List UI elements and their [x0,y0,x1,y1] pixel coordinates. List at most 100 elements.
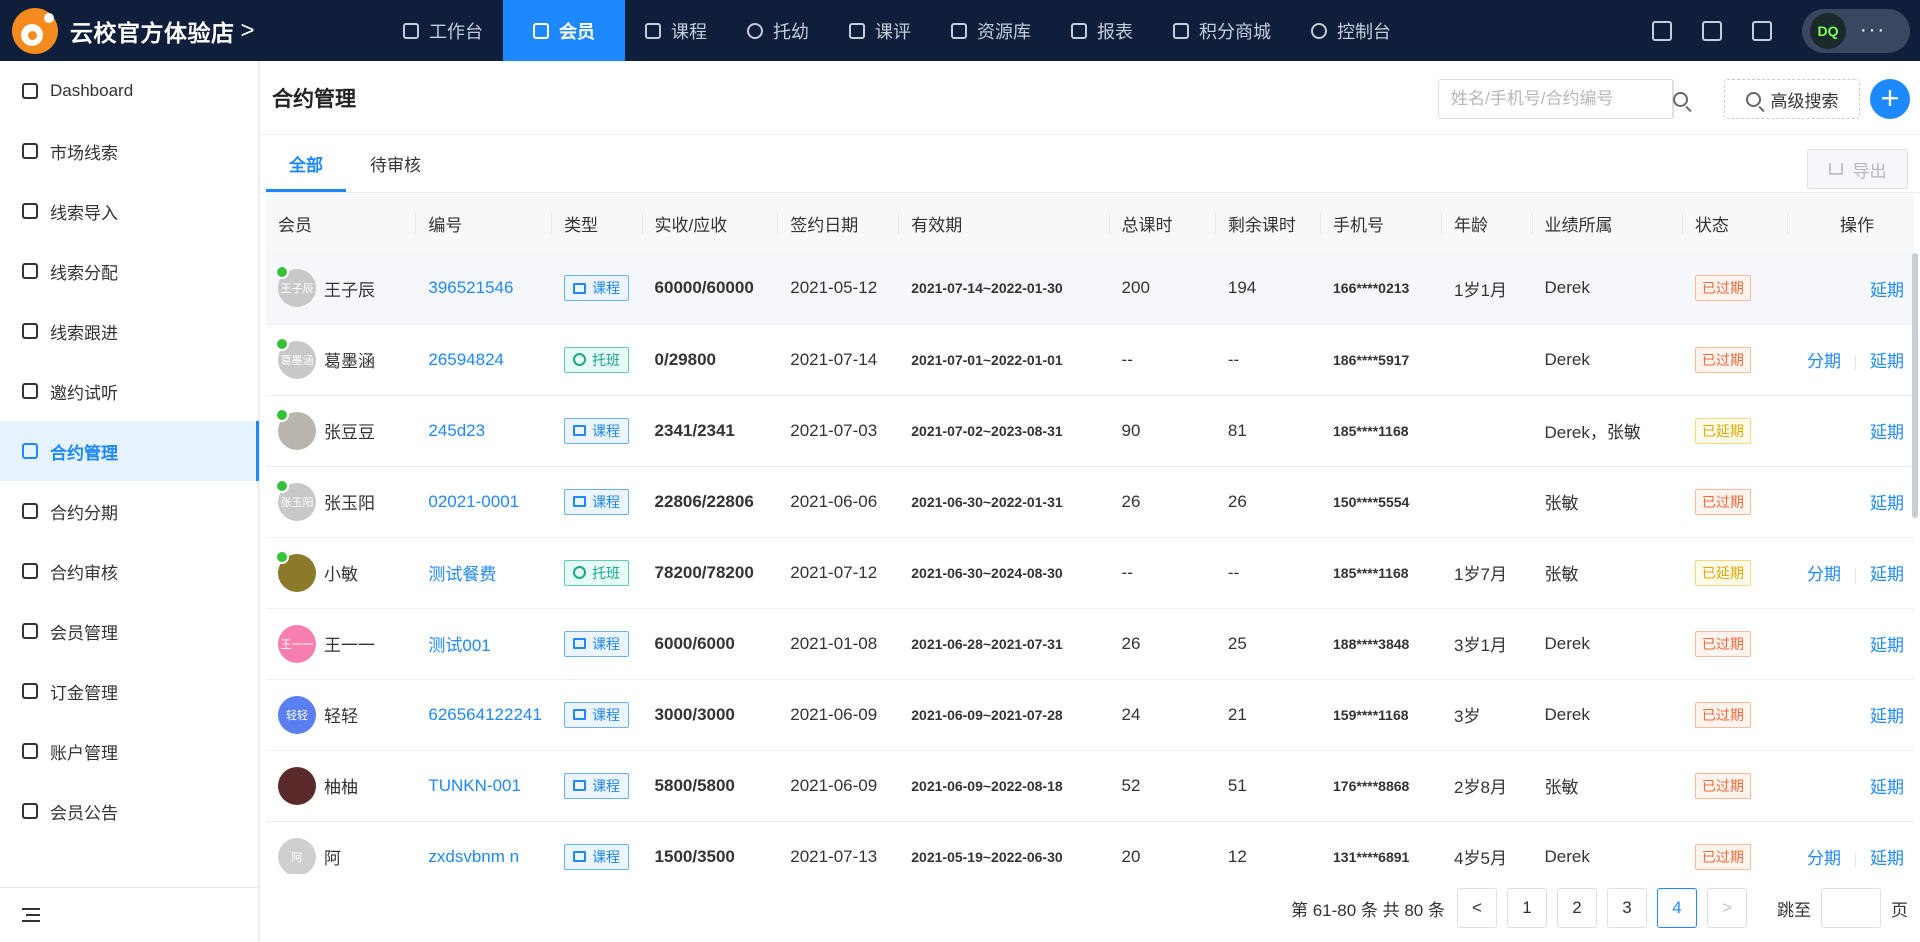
extend-link[interactable]: 延期 [1870,636,1904,655]
contract-code-link[interactable]: 测试餐费 [428,565,496,584]
extend-link[interactable]: 延期 [1870,352,1904,371]
table-row[interactable]: 轻轻 轻轻 626564122241 课程 3000/3000 2021-06-09 202… [266,679,1914,751]
page-button-3[interactable]: 3 [1607,888,1647,928]
advanced-search-label: 高级搜索 [1770,91,1839,111]
export-button[interactable]: 导出 [1807,149,1908,189]
contract-code-link[interactable]: 396521546 [428,278,513,297]
member-name: 王一一 [324,636,375,655]
nav-item-8[interactable]: 控制台 [1291,0,1411,61]
sidebar-item-label: 订金管理 [50,683,118,703]
contract-code-link[interactable]: TUNKN-001 [428,776,521,795]
sidebar-item-11[interactable]: 账户管理 [0,721,258,781]
advanced-search-button[interactable]: 高级搜索 [1724,79,1860,119]
sidebar-item-7[interactable]: 合约分期 [0,481,258,541]
contract-table-wrapper[interactable]: 会员 编号 类型 实收/应收 签约日期 有效期 总课时 剩余课时 手机号 年龄 业绩所属 状态 操作 王… [260,194,1920,874]
nav-label: 会员 [559,21,595,42]
table-row[interactable]: 王一一 王一一 测试001 课程 6000/6000 2021-01-08 2021-06-… [266,608,1914,680]
actions-cell: 延期 [1788,253,1914,325]
sidebar-item-2[interactable]: 线索导入 [0,181,258,241]
qrcode-icon[interactable] [1752,20,1772,41]
book-icon [573,780,587,791]
table-row[interactable]: 阿阿 zxdsvbnm n 课程 1500/3500 2021-07-13 2021-05… [266,821,1914,874]
avatar: 阿 [278,837,316,874]
member-cell: 葛墨涵 葛墨涵 [266,324,417,396]
add-contract-button[interactable]: + [1870,79,1910,119]
type-label: 托班 [592,351,621,368]
table-row[interactable]: 小敏 测试餐费 托班 78200/78200 2021-07-12 2021-06-30~… [266,537,1914,609]
collapse-icon [22,908,40,922]
extend-link[interactable]: 延期 [1870,565,1904,584]
table-row[interactable]: 葛墨涵 葛墨涵 26594824 托班 0/29800 2021-07-14 2021-07… [266,324,1914,396]
owner-cell: Derek [1532,821,1683,874]
sidebar-item-4[interactable]: 线索跟进 [0,301,258,361]
extend-link[interactable]: 延期 [1870,281,1904,300]
page-button-4[interactable]: 4 [1657,888,1697,928]
column-header: 实收/应收 [642,194,779,253]
contract-code-link[interactable]: 26594824 [428,350,504,369]
members-icon [22,623,38,639]
store-switcher[interactable]: 云校官方体验店 > [0,0,383,61]
installment-link[interactable]: 分期 [1807,352,1841,371]
table-scrollbar[interactable] [1912,253,1918,518]
announcement-icon[interactable] [1702,20,1722,41]
sidebar-item-5[interactable]: 邀约试听 [0,361,258,421]
prev-page-button[interactable]: < [1457,888,1497,928]
nav-label: 资源库 [977,21,1031,42]
owner-cell: Derek [1532,679,1683,751]
extend-link[interactable]: 延期 [1870,423,1904,442]
contract-code-link[interactable]: 626564122241 [428,705,541,724]
nav-item-1[interactable]: 会员 [503,0,625,61]
nav-item-5[interactable]: 资源库 [931,0,1051,61]
contract-code-link[interactable]: 02021-0001 [428,492,519,511]
nav-item-4[interactable]: 课评 [829,0,931,61]
book-icon [573,709,587,720]
table-row[interactable]: 张玉阳 张玉阳 02021-0001 课程 22806/22806 2021-06-06 2… [266,466,1914,538]
sidebar-item-3[interactable]: 线索分配 [0,241,258,301]
sidebar-item-9[interactable]: 会员管理 [0,601,258,661]
search-input[interactable] [1439,80,1672,118]
search-button[interactable] [1672,80,1688,118]
extend-link[interactable]: 延期 [1870,778,1904,797]
nav-item-6[interactable]: 报表 [1051,0,1153,61]
sidebar-collapse-button[interactable] [0,887,258,942]
page-title: 合约管理 [272,87,356,111]
age-cell: 3岁 [1442,679,1533,751]
user-menu[interactable]: DQ ··· [1802,8,1910,53]
book-icon [573,638,587,649]
nav-label: 控制台 [1337,21,1391,42]
nav-label: 课程 [671,21,707,42]
contract-code-link[interactable]: 245d23 [428,421,485,440]
sidebar-item-10[interactable]: 订金管理 [0,661,258,721]
nav-item-2[interactable]: 课程 [625,0,727,61]
sidebar-item-6[interactable]: 合约管理 [0,421,259,481]
tab-1[interactable]: 待审核 [346,134,445,192]
installment-link[interactable]: 分期 [1807,565,1841,584]
nav-label: 报表 [1097,21,1133,42]
member: 柚柚 [278,766,416,805]
jump-page-input[interactable] [1821,888,1881,928]
table-row[interactable]: 王子辰 王子辰 396521546 课程 60000/60000 2021-05-12 20… [266,253,1914,325]
nav-item-0[interactable]: 工作台 [383,0,503,61]
status-badge: 已延期 [1694,559,1751,586]
table-row[interactable]: 张豆豆 245d23 课程 2341/2341 2021-07-03 2021-07-02… [266,395,1914,467]
type-cell: 托班 [552,537,643,609]
fullscreen-icon[interactable] [1652,20,1672,41]
installment-link[interactable]: 分期 [1807,849,1841,868]
sidebar-item-8[interactable]: 合约审核 [0,541,258,601]
sidebar-item-1[interactable]: 市场线索 [0,121,258,181]
table-row[interactable]: 柚柚 TUNKN-001 课程 5800/5800 2021-06-09 2021-06-… [266,750,1914,822]
tab-0[interactable]: 全部 [266,134,346,192]
sidebar-item-0[interactable]: Dashboard [0,61,258,121]
contract-code-link[interactable]: zxdsvbnm n [428,847,519,866]
extend-link[interactable]: 延期 [1870,849,1904,868]
nav-item-7[interactable]: 积分商城 [1153,0,1291,61]
extend-link[interactable]: 延期 [1870,494,1904,513]
nav-item-3[interactable]: 托幼 [727,0,829,61]
contract-code-link[interactable]: 测试001 [428,636,490,655]
page-button-1[interactable]: 1 [1507,888,1547,928]
page-button-2[interactable]: 2 [1557,888,1597,928]
extend-link[interactable]: 延期 [1870,707,1904,726]
owner-cell: 张敏 [1532,466,1683,538]
sidebar-item-12[interactable]: 会员公告 [0,781,258,841]
next-page-button[interactable]: > [1707,888,1747,928]
